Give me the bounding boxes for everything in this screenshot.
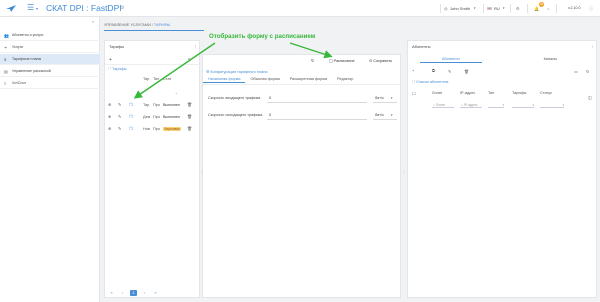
annotation-arrows bbox=[133, 42, 333, 99]
arrow-to-schedule bbox=[289, 42, 333, 59]
arrow-to-row bbox=[133, 42, 216, 99]
